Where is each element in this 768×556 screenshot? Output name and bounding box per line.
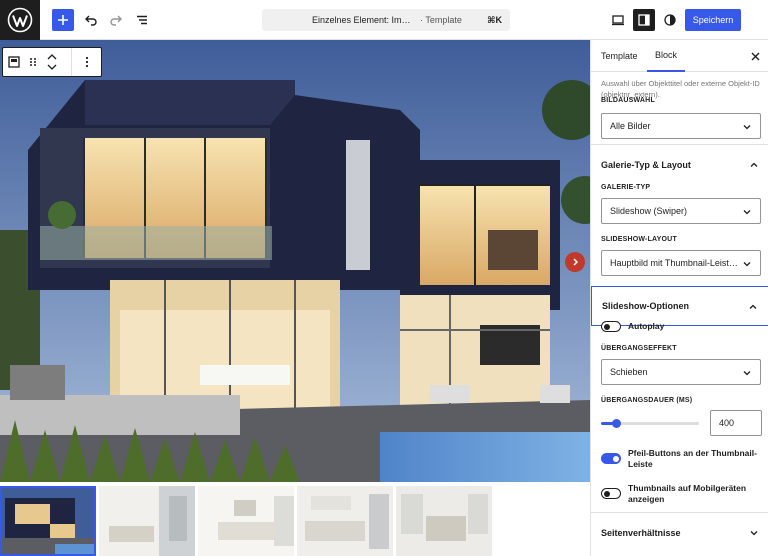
- thumbnail-strip: [0, 486, 492, 556]
- galerie-typ-label: Galerie-Typ: [601, 184, 651, 191]
- galerie-panel-toggle[interactable]: Galerie-Typ & Layout: [591, 144, 768, 184]
- pfeil-buttons-label: Pfeil-Buttons an der Thumbnail-Leiste: [628, 448, 757, 469]
- autoplay-toggle[interactable]: [601, 321, 621, 332]
- document-overview-button[interactable]: [131, 9, 153, 31]
- seitenverhaeltnisse-title: Seitenverhältnisse: [601, 527, 681, 538]
- plus-icon: [58, 15, 68, 25]
- chevron-down-icon: [743, 210, 751, 215]
- block-toolbar: [2, 47, 102, 77]
- add-block-button[interactable]: [52, 9, 74, 31]
- block-type-icon: [8, 56, 20, 68]
- galerie-typ-select[interactable]: Slideshow (Swiper): [601, 198, 761, 224]
- chevron-up-icon: [750, 162, 758, 167]
- document-title[interactable]: Einzelnes Element: Immo…: [312, 15, 418, 25]
- editor-topbar: Einzelnes Element: Immo… · Template ⌘K S…: [0, 0, 768, 40]
- half-circle-icon: [664, 14, 676, 26]
- tab-block[interactable]: Block: [647, 40, 685, 72]
- editor-canvas: [0, 40, 590, 556]
- chevron-down-icon: [743, 262, 751, 267]
- sidebar-tabs: Template Block: [591, 40, 768, 72]
- close-icon: [751, 52, 759, 60]
- mobil-thumbnails-label: Thumbnails auf Mobilgeräten anzeigen: [628, 483, 747, 504]
- slideshow-layout-value: Hauptbild mit Thumbnail-Leiste …: [610, 258, 740, 268]
- drag-handle-icon: [30, 58, 36, 66]
- uebergangsdauer-slider[interactable]: [601, 419, 699, 428]
- wordpress-logo-icon[interactable]: [0, 0, 40, 40]
- drag-handle[interactable]: [25, 48, 41, 76]
- more-vertical-icon: [85, 56, 88, 68]
- list-view-icon: [137, 15, 147, 25]
- undo-icon: [85, 15, 97, 26]
- save-button[interactable]: Speichern: [685, 9, 741, 31]
- document-type: · Template: [420, 15, 462, 25]
- slideshow-layout-select[interactable]: Hauptbild mit Thumbnail-Leiste …: [601, 250, 761, 276]
- desktop-icon: [612, 15, 624, 26]
- slideshow-options-panel-toggle[interactable]: Slideshow-Optionen: [591, 286, 768, 326]
- sidebar-icon: [638, 14, 650, 26]
- slider-thumb[interactable]: [611, 419, 621, 428]
- move-up-down-buttons[interactable]: [41, 48, 63, 76]
- redo-icon: [110, 15, 122, 26]
- uebergangsdauer-label: Übergangsdauer (ms): [601, 397, 693, 404]
- thumbnail-3[interactable]: [198, 486, 294, 556]
- slideshow-next-button[interactable]: [565, 252, 585, 272]
- mobil-thumbnails-toggle[interactable]: [601, 488, 621, 499]
- chevron-up-icon: [749, 304, 757, 309]
- chevron-up-icon[interactable]: [47, 54, 57, 60]
- uebergangseffekt-select[interactable]: Schieben: [601, 359, 761, 385]
- uebergangseffekt-value: Schieben: [610, 367, 648, 377]
- settings-sidebar: Template Block Auswahl über Objekttitel …: [590, 40, 768, 556]
- block-options-button[interactable]: [71, 48, 101, 76]
- chevron-down-icon[interactable]: [47, 64, 57, 70]
- settings-sidebar-toggle[interactable]: [633, 9, 655, 31]
- slideshow-options-title: Slideshow-Optionen: [602, 301, 689, 311]
- tab-template[interactable]: Template: [601, 40, 638, 72]
- slideshow-layout-label: Slideshow-Layout: [601, 236, 677, 243]
- seitenverhaeltnisse-panel-toggle[interactable]: Seitenverhältnisse: [591, 512, 768, 552]
- uebergangseffekt-label: Übergangseffekt: [601, 345, 677, 352]
- undo-button[interactable]: [80, 9, 102, 31]
- block-type-button[interactable]: [3, 48, 25, 76]
- autoplay-label: Autoplay: [628, 321, 665, 331]
- bildauswahl-select[interactable]: Alle Bilder: [601, 113, 761, 139]
- galerie-typ-value: Slideshow (Swiper): [610, 206, 688, 216]
- pfeil-buttons-toggle[interactable]: [601, 453, 621, 464]
- chevron-down-icon: [743, 371, 751, 376]
- toggle-knob: [604, 323, 610, 330]
- toggle-knob: [613, 455, 619, 462]
- redo-button[interactable]: [105, 9, 127, 31]
- chevron-right-icon: [573, 258, 579, 266]
- uebergangsdauer-input[interactable]: 400: [710, 410, 762, 436]
- styles-button[interactable]: [659, 9, 681, 31]
- bildauswahl-label: Bildauswahl: [601, 97, 655, 104]
- thumbnail-2[interactable]: [99, 486, 195, 556]
- preview-device-button[interactable]: [607, 9, 629, 31]
- thumbnail-1[interactable]: [0, 486, 96, 556]
- bildauswahl-value: Alle Bilder: [610, 121, 651, 131]
- document-bar[interactable]: Einzelnes Element: Immo… · Template ⌘K: [262, 9, 510, 31]
- thumbnail-5[interactable]: [396, 486, 492, 556]
- slideshow-main-image[interactable]: [0, 40, 590, 482]
- chevron-down-icon: [743, 125, 751, 130]
- chevron-down-icon: [750, 531, 758, 536]
- command-shortcut: ⌘K: [487, 14, 502, 25]
- toggle-knob: [604, 490, 610, 497]
- galerie-panel-title: Galerie-Typ & Layout: [601, 159, 691, 170]
- close-sidebar-button[interactable]: [749, 50, 761, 62]
- thumbnail-4[interactable]: [297, 486, 393, 556]
